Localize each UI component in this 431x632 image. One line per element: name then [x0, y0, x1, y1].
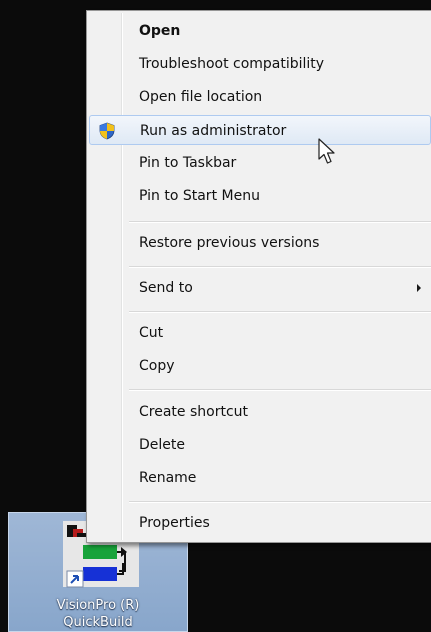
menu-separator [129, 389, 431, 391]
menu-item-troubleshoot-compatibility[interactable]: Troubleshoot compatibility [89, 49, 431, 79]
menu-item-label: Pin to Taskbar [139, 155, 237, 171]
menu-item-restore-previous-versions[interactable]: Restore previous versions [89, 228, 431, 258]
menu-item-label: Run as administrator [140, 123, 287, 139]
menu-item-label: Rename [139, 470, 197, 486]
uac-shield-icon [99, 122, 115, 140]
menu-item-label: Open [139, 23, 181, 39]
desktop-icon-label: VisionPro (R) QuickBuild [9, 597, 187, 631]
menu-separator [129, 266, 431, 268]
menu-separator [129, 221, 431, 223]
menu-item-label: Copy [139, 358, 175, 374]
desktop-icon-label-line1: VisionPro (R) [56, 598, 140, 613]
menu-item-label: Restore previous versions [139, 235, 320, 251]
menu-item-label: Open file location [139, 89, 263, 105]
desktop-icon-label-line2: QuickBuild [63, 615, 133, 630]
menu-item-label: Create shortcut [139, 404, 249, 420]
menu-item-label: Delete [139, 437, 185, 453]
menu-item-label: Troubleshoot compatibility [139, 56, 325, 72]
menu-item-open-file-location[interactable]: Open file location [89, 82, 431, 112]
submenu-arrow-icon [417, 284, 421, 292]
menu-item-label: Cut [139, 325, 164, 341]
menu-item-pin-to-taskbar[interactable]: Pin to Taskbar [89, 148, 431, 178]
menu-item-label: Pin to Start Menu [139, 188, 260, 204]
menu-item-open[interactable]: Open [89, 16, 431, 46]
desktop: VisionPro (R) QuickBuild Open Troublesho… [0, 0, 431, 632]
menu-item-send-to[interactable]: Send to [89, 273, 431, 303]
menu-item-label: Send to [139, 280, 193, 296]
menu-item-create-shortcut[interactable]: Create shortcut [89, 397, 431, 427]
menu-item-cut[interactable]: Cut [89, 318, 431, 348]
menu-item-copy[interactable]: Copy [89, 351, 431, 381]
menu-item-rename[interactable]: Rename [89, 463, 431, 493]
menu-item-properties[interactable]: Properties [89, 508, 431, 538]
menu-separator [129, 311, 431, 313]
mouse-pointer-icon [318, 138, 335, 164]
menu-item-run-as-administrator[interactable]: Run as administrator [89, 115, 431, 145]
menu-item-label: Properties [139, 515, 210, 531]
menu-item-pin-to-start-menu[interactable]: Pin to Start Menu [89, 181, 431, 211]
menu-separator [129, 501, 431, 503]
context-menu: Open Troubleshoot compatibility Open fil… [86, 10, 431, 543]
menu-item-delete[interactable]: Delete [89, 430, 431, 460]
